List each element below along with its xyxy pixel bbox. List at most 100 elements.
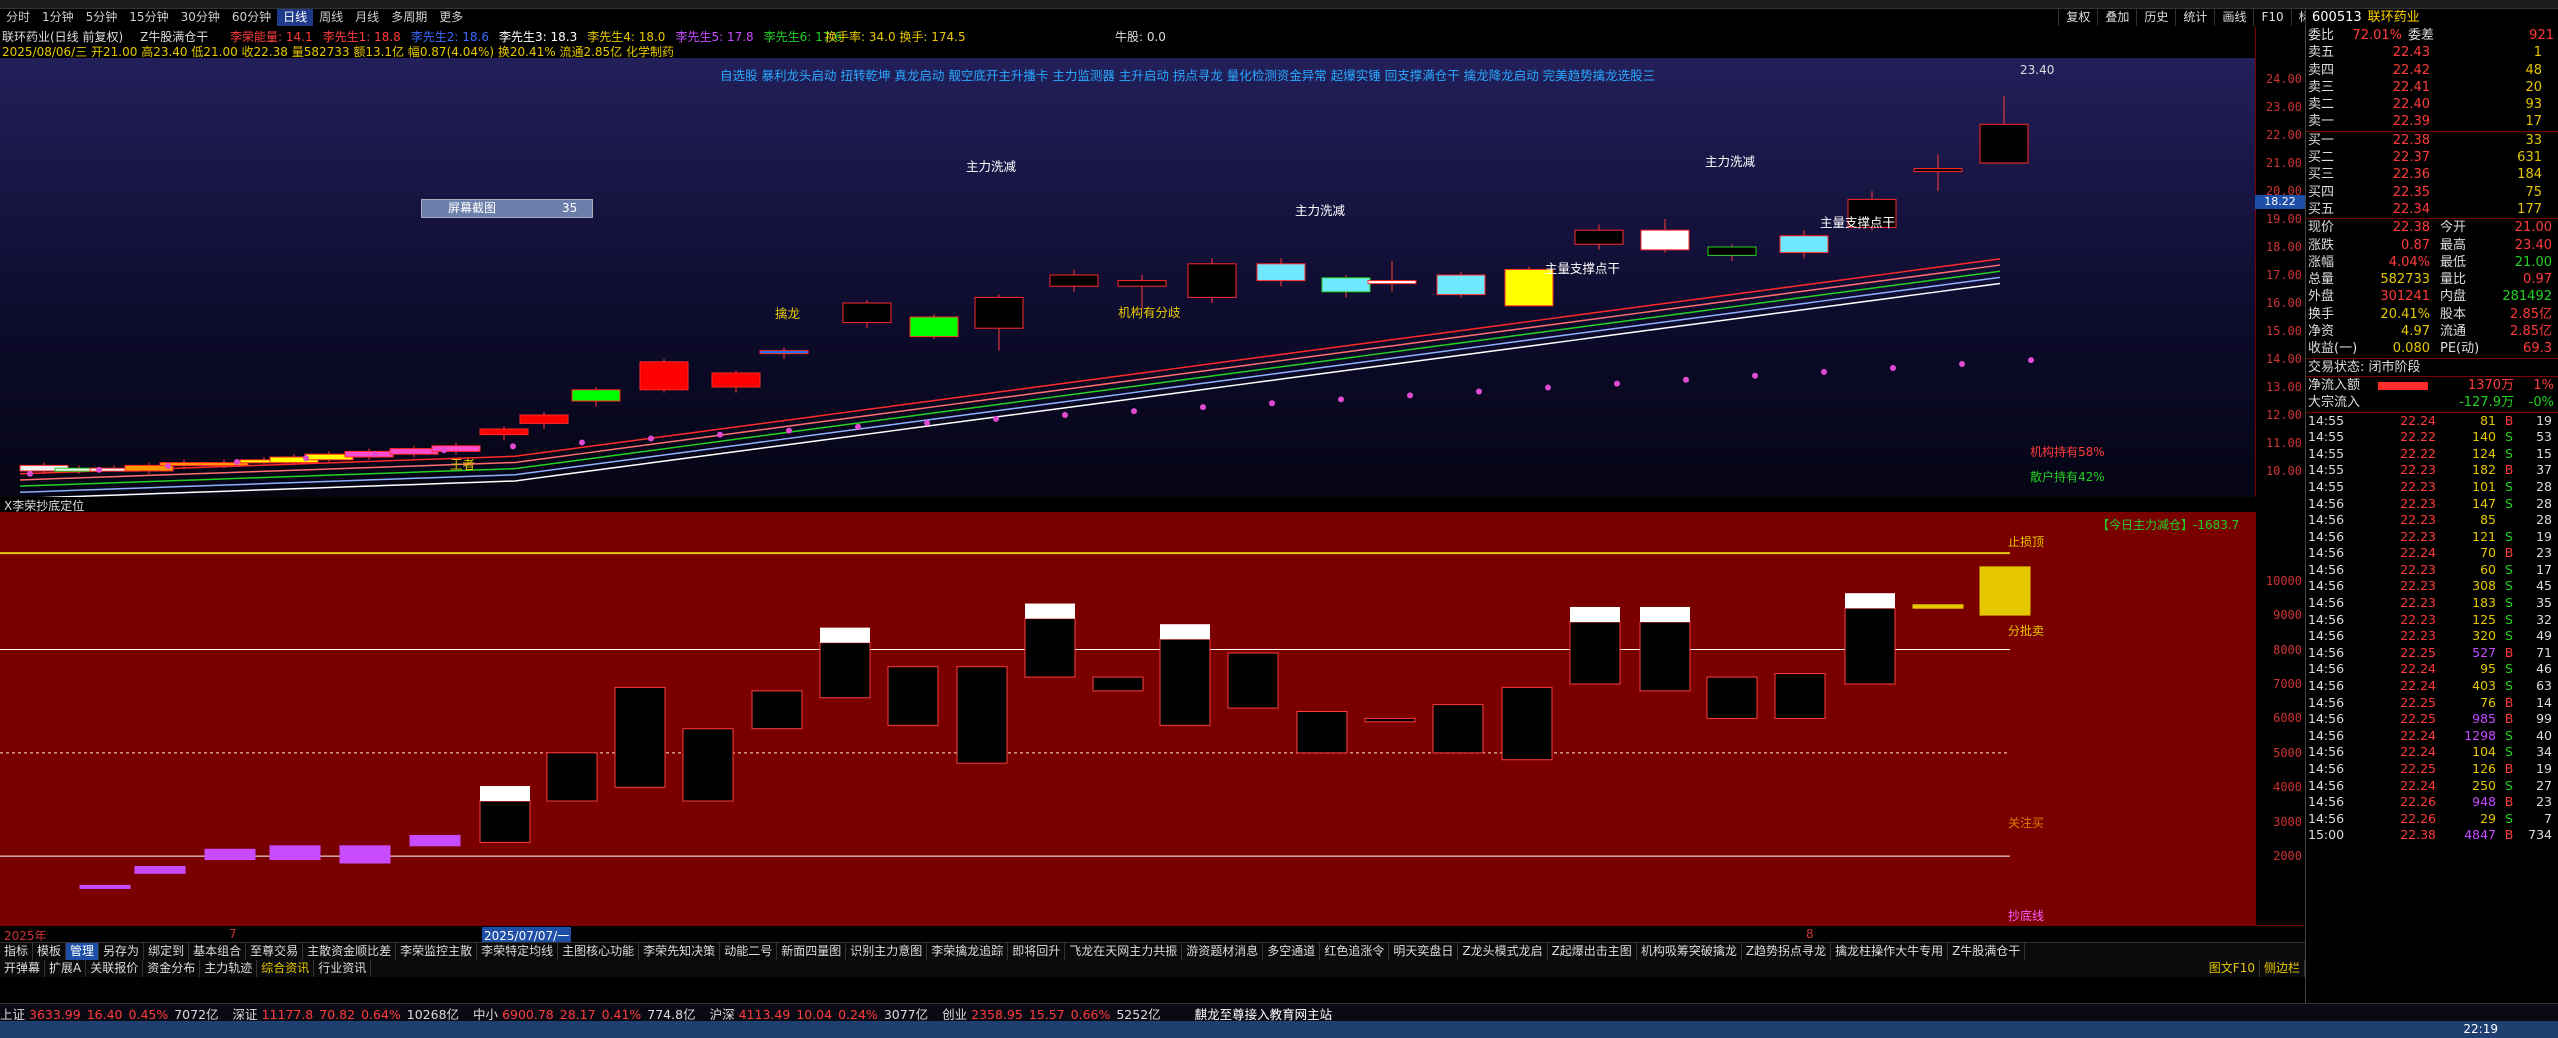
ask-row[interactable]: 卖二 22.40 93 <box>2306 96 2558 113</box>
main-kline-chart[interactable]: 自选股 暴利龙头启动 扭转乾坤 真龙启动 靓空底开主升播卡 主力监测器 主升启动… <box>0 58 2255 497</box>
news-ticker[interactable]: 麒龙至尊接入教育网主站 <box>1195 1004 1333 1023</box>
indicator-tab-15[interactable]: 李荣擒龙追踪 <box>927 943 1009 960</box>
net-inflow-row: 净流入额 1370万 1% <box>2306 377 2558 394</box>
period-3[interactable]: 15分钟 <box>123 9 174 26</box>
screenshot-label-box[interactable]: 屏幕截图 35 <box>421 199 593 218</box>
candle-body-23 <box>1187 263 1237 298</box>
stat-label: 收益(一) <box>2308 341 2358 357</box>
indicator-tab-0[interactable]: 指标 <box>0 943 34 960</box>
indicator-tab-16[interactable]: 即将回升 <box>1008 943 1066 960</box>
period-2[interactable]: 5分钟 <box>80 9 124 26</box>
ask-label: 卖三 <box>2308 79 2335 95</box>
bid-row[interactable]: 买三 22.36 184 <box>2306 166 2558 183</box>
indicator-tab-24[interactable]: 机构吸筹突破擒龙 <box>1637 943 1742 960</box>
indicator-tab-1[interactable]: 模板 <box>33 943 67 960</box>
index-1[interactable]: 深证 11177.8 70.82 0.64% 10268亿 <box>233 1004 460 1023</box>
tick-count: 15 <box>2536 445 2552 461</box>
sar-dot-2 <box>165 462 171 469</box>
period-4[interactable]: 30分钟 <box>175 9 226 26</box>
indicator-tab-6[interactable]: 至尊交易 <box>246 943 304 960</box>
tick-side: B <box>2504 794 2514 810</box>
ask-row[interactable]: 卖五 22.43 1 <box>2306 44 2558 61</box>
period-7[interactable]: 周线 <box>313 9 349 26</box>
period-10[interactable]: 更多 <box>433 9 469 26</box>
period-5[interactable]: 60分钟 <box>226 9 277 26</box>
stat-row: 总量 582733 量比 0.97 <box>2306 271 2558 288</box>
indicator-tab-27[interactable]: Z牛股满仓干 <box>1948 943 2026 960</box>
info-tab-1[interactable]: 扩展A <box>45 960 87 977</box>
period-0[interactable]: 分时 <box>0 9 36 26</box>
tool-button-5[interactable]: F10 <box>2253 9 2290 26</box>
info-tab-6[interactable]: 行业资讯 <box>314 960 372 977</box>
info-tab-5[interactable]: 综合资讯 <box>257 960 315 977</box>
indicator-tab-3[interactable]: 另存为 <box>99 943 145 960</box>
ask-row[interactable]: 卖四 22.42 48 <box>2306 62 2558 79</box>
indicator-tab-11[interactable]: 李荣先知决策 <box>639 943 721 960</box>
indicator-tab-12[interactable]: 动能二号 <box>720 943 778 960</box>
indicator-tab-13[interactable]: 新面四量图 <box>777 943 847 960</box>
indicator-tab-5[interactable]: 基本组合 <box>189 943 247 960</box>
info-tab-2[interactable]: 关联报价 <box>86 960 144 977</box>
sub-bar-11 <box>751 690 803 730</box>
indicator-tab-9[interactable]: 李荣特定均线 <box>477 943 559 960</box>
indicator-tab-18[interactable]: 游资题材消息 <box>1182 943 1264 960</box>
tick-volume: 124 <box>2472 445 2496 461</box>
indicator-tab-14[interactable]: 识别主力意图 <box>846 943 928 960</box>
kline-svg[interactable] <box>0 58 2255 497</box>
bid-row[interactable]: 买五 22.34 177 <box>2306 201 2558 218</box>
period-1[interactable]: 1分钟 <box>36 9 80 26</box>
bid-row[interactable]: 买二 22.37 631 <box>2306 149 2558 166</box>
sub-indicator-chart[interactable]: 【今日主力减仓】-1683.7 止损顶 分批卖 关注买 抄底线 <box>0 512 2255 925</box>
indicator-tab-20[interactable]: 红色追涨令 <box>1320 943 1390 960</box>
info-tab-4[interactable]: 主力轨迹 <box>200 960 258 977</box>
sub-indicator-svg[interactable] <box>0 512 2255 925</box>
period-9[interactable]: 多周期 <box>385 9 433 26</box>
tick-volume: 4847 <box>2464 827 2496 843</box>
tick-count: 45 <box>2536 578 2552 594</box>
right-tab-0[interactable]: 图文F10 <box>2205 960 2260 977</box>
indicator-tab-2[interactable]: 管理 <box>66 943 100 960</box>
info-tab-0[interactable]: 开弹幕 <box>0 960 46 977</box>
weibi-row: 委比 72.01% 委差 921 <box>2306 27 2558 44</box>
price-tick-10: 14.00 <box>2265 352 2302 366</box>
index-3[interactable]: 沪深 4113.49 10.04 0.24% 3077亿 <box>710 1004 929 1023</box>
tick-volume: 29 <box>2480 810 2496 826</box>
indicator-tab-7[interactable]: 主散资金顺比差 <box>303 943 397 960</box>
indicator-tab-25[interactable]: Z趋势拐点寻龙 <box>1742 943 1832 960</box>
sar-dot-21 <box>1476 388 1482 395</box>
indicator-tab-19[interactable]: 多空通道 <box>1263 943 1321 960</box>
period-6[interactable]: 日线 <box>277 9 314 26</box>
tool-button-2[interactable]: 历史 <box>2136 9 2175 26</box>
right-tab-1[interactable]: 侧边栏 <box>2260 960 2305 977</box>
ask-row[interactable]: 卖一 22.39 17 <box>2306 113 2558 130</box>
indicator-tab-10[interactable]: 主图核心功能 <box>558 943 640 960</box>
tool-button-1[interactable]: 叠加 <box>2097 9 2136 26</box>
indicator-tab-22[interactable]: Z龙头模式龙启 <box>1458 943 1548 960</box>
sub-tick-1: 9000 <box>2273 608 2302 623</box>
tool-button-4[interactable]: 画线 <box>2214 9 2253 26</box>
bid-row[interactable]: 买一 22.38 33 <box>2306 132 2558 149</box>
tick-count: 7 <box>2544 810 2552 826</box>
tick-count: 19 <box>2536 412 2552 428</box>
tick-row: 14:56 22.23 125 S 32 <box>2306 612 2558 629</box>
index-2[interactable]: 中小 6900.78 28.17 0.41% 774.8亿 <box>473 1004 696 1023</box>
period-8[interactable]: 月线 <box>349 9 385 26</box>
indicator-tab-21[interactable]: 明天奕盘日 <box>1389 943 1459 960</box>
indicator-tab-26[interactable]: 擒龙柱操作大牛专用 <box>1831 943 1949 960</box>
info-tab-3[interactable]: 资金分布 <box>143 960 201 977</box>
indicator-tab-8[interactable]: 李荣监控主散 <box>396 943 478 960</box>
bid-row[interactable]: 买四 22.35 75 <box>2306 184 2558 201</box>
candle-body-17 <box>759 350 809 355</box>
index-4[interactable]: 创业 2358.95 15.57 0.66% 5252亿 <box>942 1004 1161 1023</box>
tool-button-0[interactable]: 复权 <box>2058 9 2097 26</box>
indicator-tab-17[interactable]: 飞龙在天网主力共振 <box>1065 943 1183 960</box>
signal-strip[interactable]: 自选股 暴利龙头启动 扭转乾坤 真龙启动 靓空底开主升播卡 主力监测器 主升启动… <box>720 65 1655 84</box>
index-0[interactable]: 上证 3633.99 16.40 0.45% 7072亿 <box>0 1004 219 1023</box>
ask-row[interactable]: 卖三 22.41 20 <box>2306 79 2558 96</box>
sub-bar-10 <box>682 728 734 802</box>
net-inflow-label: 净流入额 <box>2308 377 2361 393</box>
indicator-tab-23[interactable]: Z起爆出击主图 <box>1548 943 1637 960</box>
ask-volume: 93 <box>2525 97 2542 113</box>
indicator-tab-4[interactable]: 绑定到 <box>144 943 190 960</box>
tool-button-3[interactable]: 统计 <box>2175 9 2214 26</box>
